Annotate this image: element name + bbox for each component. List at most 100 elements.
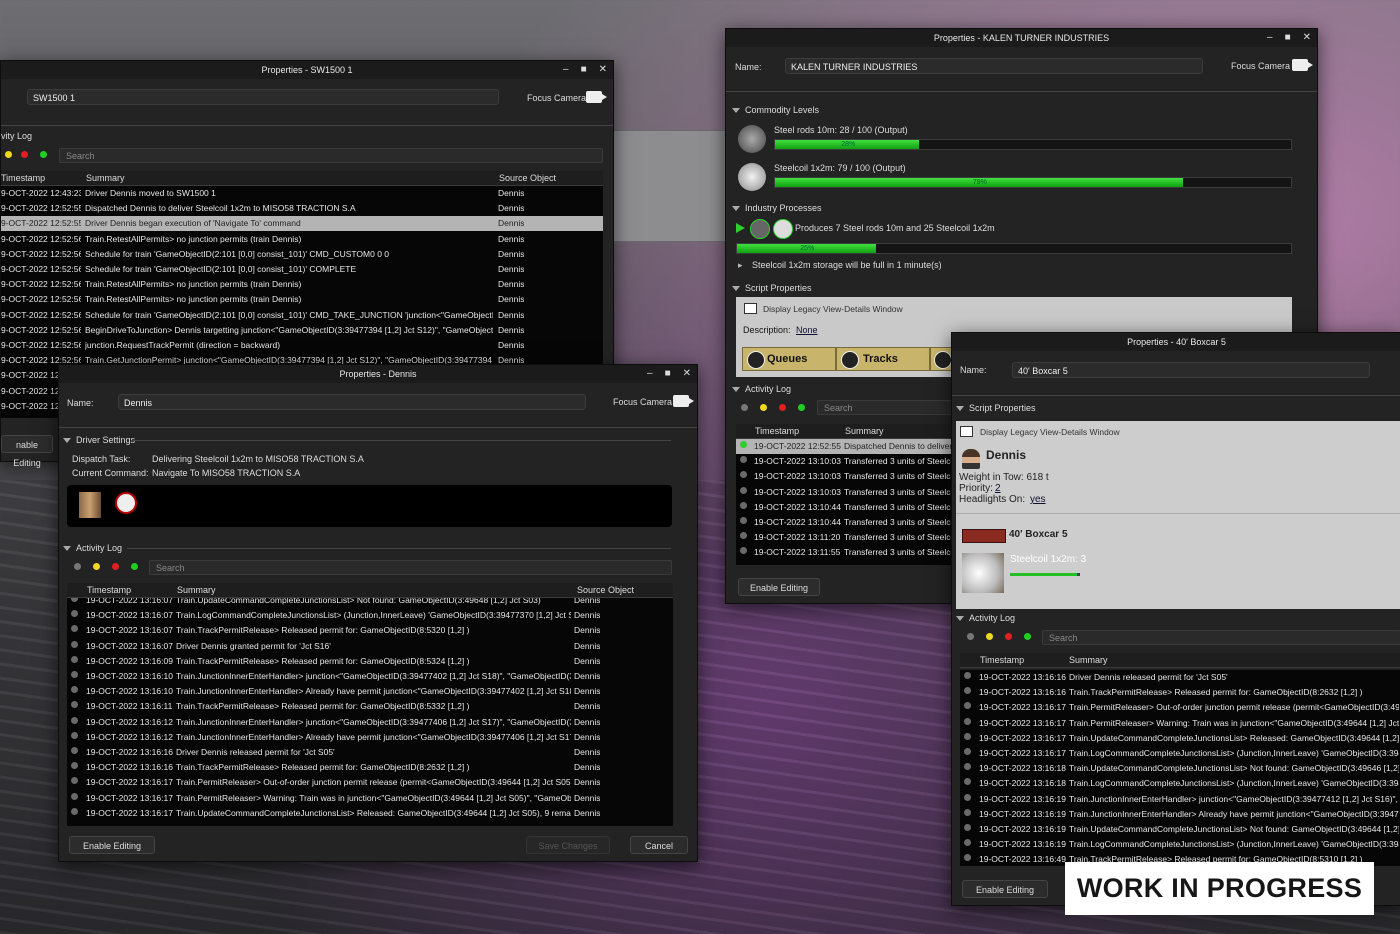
col-summary[interactable]: Summary [86, 173, 125, 183]
green-filter-icon[interactable] [1024, 633, 1031, 640]
red-filter-icon[interactable] [21, 151, 28, 158]
table-row[interactable]: 19-OCT-2022 13:16:19 Train.LogCommandComp… [960, 837, 1400, 852]
search-input[interactable]: Search [817, 400, 957, 415]
table-row[interactable]: 19-OCT-2022 13:16:07 Train.LogCommandComp… [67, 608, 673, 623]
display-legacy-link[interactable]: Display Legacy View-Details Window [980, 427, 1120, 437]
sw1500-titlebar[interactable]: Properties - SW1500 1 – ■ ✕ [1, 61, 613, 79]
industry-building-icon[interactable] [79, 492, 101, 518]
gray-filter-icon[interactable] [967, 633, 974, 640]
table-row[interactable]: 19-OCT-2022 13:16:19 Train.UpdateCommandC… [960, 822, 1400, 837]
table-row[interactable]: 19-OCT-2022 13:16:09 Train.TrackPermitRel… [67, 654, 673, 669]
activity-log-list[interactable]: 19-OCT-2022 13:16:16 Driver Dennis releas… [960, 670, 1400, 866]
dennis-titlebar[interactable]: Properties - Dennis – ■ ✕ [59, 365, 697, 383]
maximize-icon[interactable]: ■ [1285, 29, 1291, 47]
table-row[interactable]: 19-OCT-2022 13:16:16 Train.TrackPermitRel… [67, 760, 673, 775]
activity-log-header[interactable]: Activity Log [956, 613, 1015, 623]
window-icon[interactable] [744, 303, 757, 314]
table-row[interactable]: 9-OCT-2022 12:52:56 Train.RetestAllPermit… [1, 292, 603, 307]
yellow-filter-icon[interactable] [986, 633, 993, 640]
activity-log-header[interactable]: Activity Log [63, 543, 122, 553]
table-row[interactable]: 19-OCT-2022 13:16:16 Driver Dennis releas… [960, 670, 1400, 685]
table-row[interactable]: 19-OCT-2022 13:16:17 Train.UpdateCommandC… [67, 806, 673, 821]
red-filter-icon[interactable] [112, 563, 119, 570]
table-row[interactable]: 19-OCT-2022 13:16:18 Train.LogCommandComp… [960, 776, 1400, 791]
activity-log-list[interactable]: 19-OCT-2022 12:52:55 Dispatched Dennis to… [736, 439, 961, 565]
table-row[interactable]: 19-OCT-2022 13:16:17 Train.LogCommandComp… [960, 746, 1400, 761]
search-input[interactable]: Search [149, 560, 672, 575]
table-row[interactable]: 19-OCT-2022 13:16:19 Train.JunctionInnerE… [960, 792, 1400, 807]
camera-icon[interactable] [1292, 59, 1313, 71]
enable-editing-button[interactable]: nable Editing [1, 435, 53, 468]
search-input[interactable]: Search [1042, 630, 1400, 645]
drop-load-icon[interactable] [115, 492, 137, 514]
yellow-filter-icon[interactable] [760, 404, 767, 411]
kalen-titlebar[interactable]: Properties - KALEN TURNER INDUSTRIES – ■… [726, 29, 1317, 47]
driver-name[interactable]: Dennis [986, 448, 1026, 462]
table-row[interactable]: 9-OCT-2022 12:52:56 junction.RequestTrac… [1, 338, 603, 353]
table-row[interactable]: 19-OCT-2022 13:16:07 Train.TrackPermitRel… [67, 623, 673, 638]
col-timestamp[interactable]: Timestamp [1, 173, 45, 183]
close-icon[interactable]: ✕ [1303, 29, 1311, 47]
script-properties-header[interactable]: Script Properties [732, 283, 812, 293]
commodity-levels-header[interactable]: Commodity Levels [732, 105, 819, 115]
table-row[interactable]: 19-OCT-2022 13:10:03 Transferred 3 units … [736, 485, 961, 500]
table-row[interactable]: 19-OCT-2022 13:16:07 Driver Dennis grante… [67, 639, 673, 654]
table-row[interactable]: 19-OCT-2022 13:16:17 Train.PermitReleaser… [67, 791, 673, 806]
col-timestamp[interactable]: Timestamp [755, 426, 799, 436]
col-summary[interactable]: Summary [845, 426, 884, 436]
table-row[interactable]: 19-OCT-2022 13:16:18 Train.UpdateCommandC… [960, 761, 1400, 776]
enable-editing-button[interactable]: Enable Editing [738, 578, 820, 596]
description-value[interactable]: None [796, 325, 818, 335]
col-summary[interactable]: Summary [177, 585, 216, 595]
table-row[interactable]: 19-OCT-2022 12:52:55 Dispatched Dennis to… [736, 439, 961, 454]
table-row[interactable]: 9-OCT-2022 12:52:55 Dispatched Dennis to … [1, 201, 603, 216]
minimize-icon[interactable]: – [563, 61, 569, 79]
col-summary[interactable]: Summary [1069, 655, 1108, 665]
table-row[interactable]: 19-OCT-2022 13:16:10 Train.JunctionInnerE… [67, 669, 673, 684]
table-row[interactable]: 19-OCT-2022 13:16:17 Train.PermitReleaser… [960, 716, 1400, 731]
red-filter-icon[interactable] [1005, 633, 1012, 640]
activity-log-header[interactable]: vity Log [1, 131, 32, 141]
green-filter-icon[interactable] [798, 404, 805, 411]
close-icon[interactable]: ✕ [599, 61, 607, 79]
maximize-icon[interactable]: ■ [665, 365, 671, 383]
search-input[interactable]: Search [59, 148, 603, 163]
yellow-filter-icon[interactable] [93, 563, 100, 570]
table-row[interactable]: 9-OCT-2022 12:52:56 Schedule for train 'G… [1, 262, 603, 277]
save-changes-button[interactable]: Save Changes [526, 836, 610, 854]
table-row[interactable]: 19-OCT-2022 13:16:11 Train.TrackPermitRel… [67, 699, 673, 714]
col-source[interactable]: Source Object [577, 585, 634, 595]
table-row[interactable]: 19-OCT-2022 13:16:16 Driver Dennis releas… [67, 745, 673, 760]
headlights-value[interactable]: yes [1030, 494, 1046, 505]
table-row[interactable]: 19-OCT-2022 13:16:12 Train.JunctionInnerE… [67, 715, 673, 730]
car-name[interactable]: 40' Boxcar 5 [1009, 529, 1068, 540]
table-row[interactable]: 19-OCT-2022 13:16:10 Train.JunctionInnerE… [67, 684, 673, 699]
boxcar-titlebar[interactable]: Properties - 40' Boxcar 5 [952, 333, 1400, 351]
priority-value[interactable]: 2 [995, 483, 1001, 494]
table-row[interactable]: 9-OCT-2022 12:52:55 Driver Dennis began e… [1, 216, 603, 232]
enable-editing-button[interactable]: Enable Editing [962, 880, 1048, 898]
activity-log-list[interactable]: 19-OCT-2022 13:16:07 Train.UpdateCommandC… [67, 598, 673, 826]
name-field[interactable]: 40' Boxcar 5 [1012, 362, 1370, 378]
table-row[interactable]: 9-OCT-2022 12:52:56 Train.RetestAllPermit… [1, 232, 603, 247]
industry-processes-header[interactable]: Industry Processes [732, 203, 822, 213]
activity-log-header[interactable]: Activity Log [732, 384, 791, 394]
table-row[interactable]: 9-OCT-2022 12:52:56 Train.RetestAllPermit… [1, 277, 603, 292]
display-legacy-link[interactable]: Display Legacy View-Details Window [763, 304, 903, 314]
table-row[interactable]: 19-OCT-2022 13:16:12 Train.JunctionInnerE… [67, 730, 673, 745]
minimize-icon[interactable]: – [1267, 29, 1273, 47]
window-icon[interactable] [960, 426, 973, 437]
red-filter-icon[interactable] [779, 404, 786, 411]
enable-editing-button[interactable]: Enable Editing [69, 836, 155, 854]
table-row[interactable]: 19-OCT-2022 13:16:17 Train.PermitReleaser… [67, 775, 673, 790]
col-source[interactable]: Source Object [499, 173, 556, 183]
name-field[interactable]: SW1500 1 [27, 89, 499, 105]
gray-filter-icon[interactable] [74, 563, 81, 570]
table-row[interactable]: 19-OCT-2022 13:16:17 Train.PermitReleaser… [960, 700, 1400, 715]
table-row[interactable]: 19-OCT-2022 13:11:55 Transferred 3 units … [736, 545, 961, 560]
table-row[interactable]: 19-OCT-2022 13:10:03 Transferred 3 units … [736, 469, 961, 484]
table-row[interactable]: 19-OCT-2022 13:10:44 Transferred 3 units … [736, 500, 961, 515]
tracks-tab[interactable]: Tracks [836, 347, 930, 371]
camera-icon[interactable] [673, 395, 694, 407]
table-row[interactable]: 19-OCT-2022 13:16:07 Train.UpdateCommandC… [67, 598, 673, 608]
